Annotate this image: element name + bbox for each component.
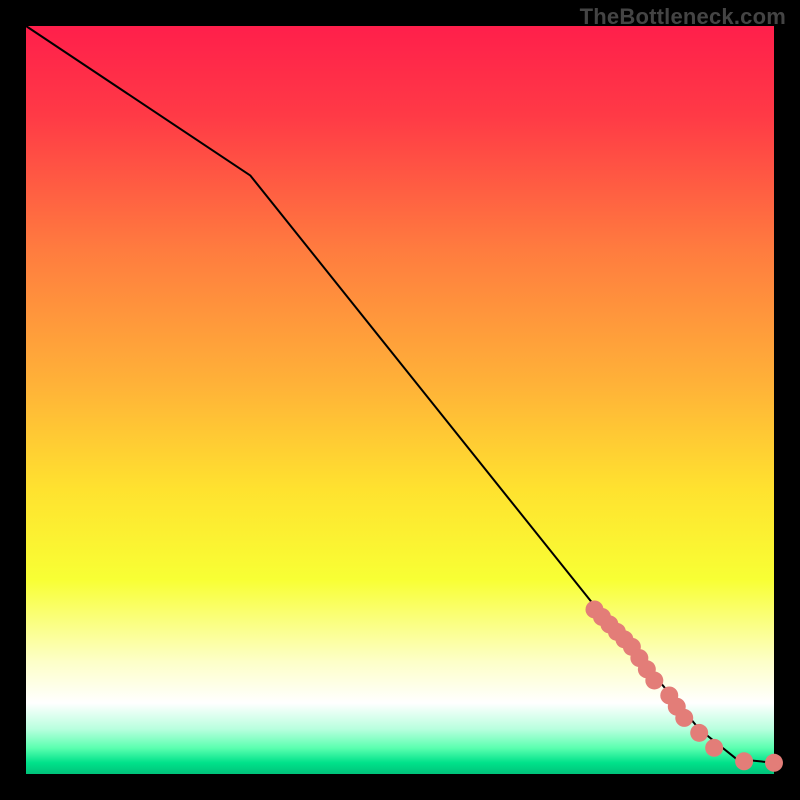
marker-point [735, 752, 753, 770]
marker-point [645, 672, 663, 690]
marker-point [675, 709, 693, 727]
marker-point [705, 739, 723, 757]
plot-background [26, 26, 774, 774]
bottleneck-chart [0, 0, 800, 800]
marker-point [690, 724, 708, 742]
marker-point [765, 754, 783, 772]
chart-stage: TheBottleneck.com [0, 0, 800, 800]
